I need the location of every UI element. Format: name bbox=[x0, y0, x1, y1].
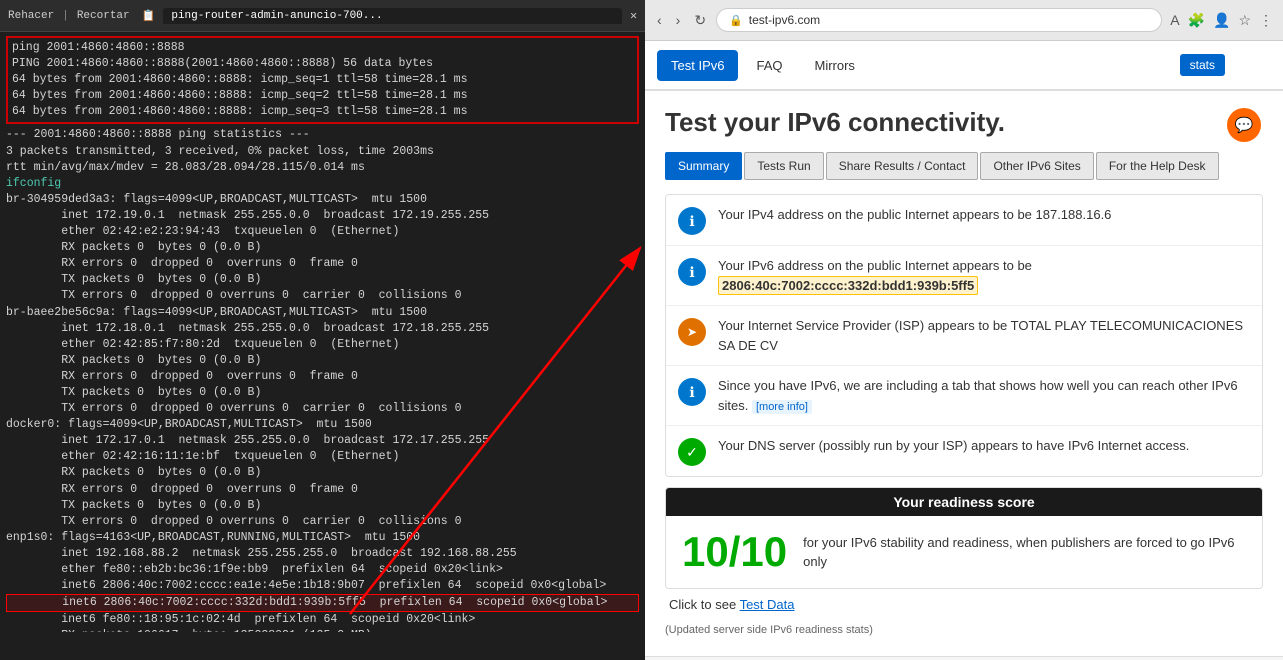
terminal-recortar-btn[interactable]: Recortar bbox=[77, 10, 130, 22]
info-results-block: ℹ Your IPv4 address on the public Intern… bbox=[665, 194, 1263, 477]
terminal-close-icon[interactable]: ✕ bbox=[630, 8, 637, 23]
readiness-score: 10/10 bbox=[682, 528, 787, 576]
ipv6-address-highlight: 2806:40c:7002:cccc:332d:bdd1:939b:5ff5 bbox=[718, 276, 978, 295]
browser-nav-bar: ‹ › ↻ 🔒 test-ipv6.com A 🧩 👤 ☆ ⋮ bbox=[645, 0, 1283, 40]
terminal-tab-rehacer[interactable]: Rehacer bbox=[8, 10, 54, 22]
terminal-panel: Rehacer | Recortar 📋 ping-router-admin-a… bbox=[0, 0, 645, 660]
browser-refresh-button[interactable]: ↻ bbox=[690, 10, 710, 31]
terminal-tab-bar: Rehacer | Recortar 📋 ping-router-admin-a… bbox=[0, 0, 645, 32]
more-info-icon: ℹ bbox=[678, 378, 706, 406]
page-title: Test your IPv6 connectivity. bbox=[665, 107, 1263, 138]
translate-icon[interactable]: A bbox=[1168, 10, 1181, 30]
dns-info-text: Your DNS server (possibly run by your IS… bbox=[718, 436, 1250, 456]
url-text: test-ipv6.com bbox=[749, 13, 820, 27]
terminal-output: ping 2001:4860:4860::8888 PING 2001:4860… bbox=[0, 32, 645, 632]
terminal-tab-active[interactable]: ping-router-admin-anuncio-700... bbox=[163, 8, 622, 24]
isp-info-text: Your Internet Service Provider (ISP) app… bbox=[718, 316, 1250, 355]
ipv6-info-icon: ℹ bbox=[678, 258, 706, 286]
profile-icon[interactable]: 👤 bbox=[1211, 10, 1232, 31]
dns-check-icon: ✓ bbox=[678, 438, 706, 466]
ipv6-info-row: ℹ Your IPv6 address on the public Intern… bbox=[666, 246, 1262, 306]
site-footer: This instance (miami.test-ipv6.com) is h… bbox=[645, 656, 1283, 660]
readiness-body: 10/10 for your IPv6 stability and readin… bbox=[666, 516, 1262, 588]
more-info-row: ℹ Since you have IPv6, we are including … bbox=[666, 366, 1262, 426]
tab-tests-run[interactable]: Tests Run bbox=[744, 152, 823, 180]
site-main-content: Test your IPv6 connectivity. Summary Tes… bbox=[645, 91, 1283, 656]
browser-back-button[interactable]: ‹ bbox=[653, 10, 666, 30]
ipv4-info-icon: ℹ bbox=[678, 207, 706, 235]
readiness-description: for your IPv6 stability and readiness, w… bbox=[803, 533, 1246, 572]
test-data-section: Click to see Test Data bbox=[665, 589, 1263, 620]
isp-arrow-icon: ➤ bbox=[678, 318, 706, 346]
dns-info-row: ✓ Your DNS server (possibly run by your … bbox=[666, 426, 1262, 476]
ipv6-text-before: Your IPv6 address on the public Internet… bbox=[718, 258, 1032, 273]
tab-help-desk[interactable]: For the Help Desk bbox=[1096, 152, 1219, 180]
browser-forward-button[interactable]: › bbox=[672, 10, 685, 30]
favorites-icon[interactable]: ☆ bbox=[1236, 10, 1253, 31]
ipv4-info-text: Your IPv4 address on the public Internet… bbox=[718, 205, 1250, 225]
menu-icon[interactable]: ⋮ bbox=[1257, 10, 1275, 31]
isp-info-row: ➤ Your Internet Service Provider (ISP) a… bbox=[666, 306, 1262, 366]
tab-share-results[interactable]: Share Results / Contact bbox=[826, 152, 979, 180]
browser-panel: ‹ › ↻ 🔒 test-ipv6.com A 🧩 👤 ☆ ⋮ Test IPv… bbox=[645, 0, 1283, 660]
readiness-header: Your readiness score bbox=[666, 488, 1262, 516]
stats-button[interactable]: stats bbox=[1180, 54, 1225, 76]
test-data-text: Click to see bbox=[669, 597, 740, 612]
ipv6-info-text: Your IPv6 address on the public Internet… bbox=[718, 256, 1250, 295]
site-nav: Test IPv6 FAQ Mirrors stats 💬 bbox=[645, 41, 1283, 91]
browser-toolbar: A 🧩 👤 ☆ ⋮ bbox=[1168, 10, 1275, 31]
chat-icon-button[interactable]: 💬 bbox=[1227, 108, 1261, 142]
ipv4-info-row: ℹ Your IPv4 address on the public Intern… bbox=[666, 195, 1262, 246]
website-content: Test IPv6 FAQ Mirrors stats 💬 Test your … bbox=[645, 41, 1283, 660]
ping-output-box: ping 2001:4860:4860::8888 PING 2001:4860… bbox=[6, 36, 639, 124]
nav-mirrors[interactable]: Mirrors bbox=[800, 50, 868, 81]
more-info-text: Since you have IPv6, we are including a … bbox=[718, 376, 1250, 415]
highlighted-inet6-line: inet6 2806:40c:7002:cccc:332d:bdd1:939b:… bbox=[6, 594, 639, 612]
tab-other-ipv6[interactable]: Other IPv6 Sites bbox=[980, 152, 1093, 180]
extension-icon[interactable]: 🧩 bbox=[1186, 10, 1207, 31]
test-data-link[interactable]: Test Data bbox=[740, 597, 795, 612]
content-tabs: Summary Tests Run Share Results / Contac… bbox=[665, 152, 1263, 180]
nav-faq[interactable]: FAQ bbox=[742, 50, 796, 81]
browser-chrome: ‹ › ↻ 🔒 test-ipv6.com A 🧩 👤 ☆ ⋮ bbox=[645, 0, 1283, 41]
more-info-link[interactable]: [more info] bbox=[752, 400, 812, 414]
browser-address-bar[interactable]: 🔒 test-ipv6.com bbox=[716, 8, 1162, 32]
nav-test-ipv6[interactable]: Test IPv6 bbox=[657, 50, 738, 81]
tab-summary[interactable]: Summary bbox=[665, 152, 742, 180]
updated-note: (Updated server side IPv6 readiness stat… bbox=[665, 620, 1263, 640]
readiness-score-section: Your readiness score 10/10 for your IPv6… bbox=[665, 487, 1263, 589]
lock-icon: 🔒 bbox=[729, 14, 743, 27]
